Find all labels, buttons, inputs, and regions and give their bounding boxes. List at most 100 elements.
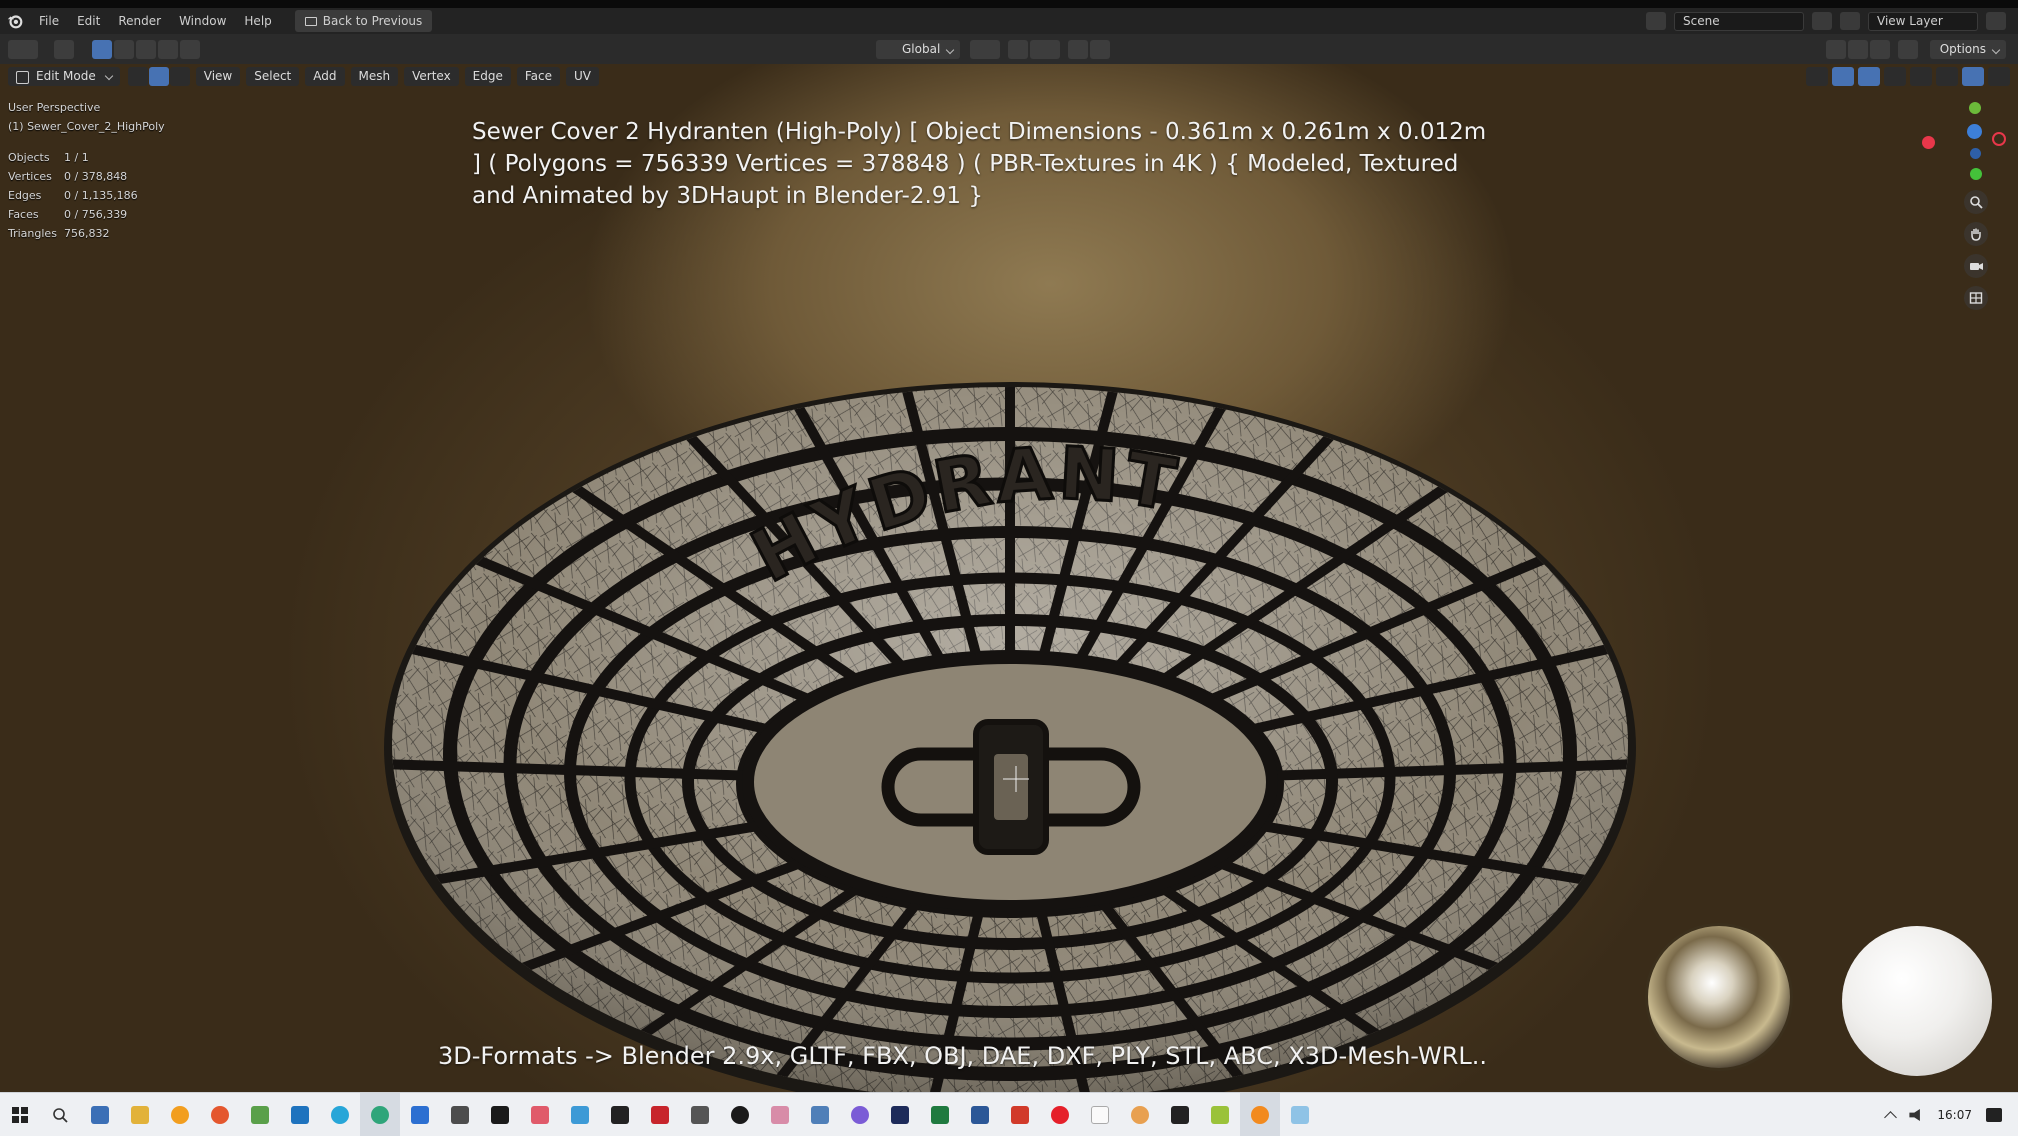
face-select-icon[interactable] [169,66,190,86]
zoom-icon[interactable] [1964,190,1988,214]
proportional-edit-icon[interactable] [1068,40,1089,59]
select-new-icon[interactable] [92,40,112,59]
taskbar-app[interactable] [1200,1093,1240,1136]
select-subtract-icon[interactable] [136,40,156,59]
material-shading-icon[interactable] [1962,67,1984,86]
menu-render[interactable]: Render [109,8,170,34]
taskbar-app[interactable] [200,1093,240,1136]
rendered-shading-icon[interactable] [1988,67,2010,86]
taskbar-app[interactable] [760,1093,800,1136]
menu-vertex[interactable]: Vertex [404,66,459,86]
pivot-point-icon[interactable] [970,40,1001,59]
snap-target-icon[interactable] [1030,40,1061,59]
taskbar-app[interactable] [840,1093,880,1136]
xray-toggle-icon[interactable] [1884,67,1906,86]
transform-orientation-dropdown[interactable]: Global [876,40,961,59]
menu-edit[interactable]: Edit [68,8,109,34]
gizmo-toggle-icon[interactable] [1832,67,1854,86]
edge-select-icon[interactable] [148,66,169,86]
clock[interactable]: 16:07 [1937,1108,1972,1122]
axis-neg-y-icon[interactable] [1970,168,1982,180]
camera-view-icon[interactable] [1964,254,1988,278]
taskbar-app[interactable] [1000,1093,1040,1136]
taskbar-app[interactable] [680,1093,720,1136]
taskbar-app[interactable] [600,1093,640,1136]
scene-browse-icon[interactable] [1646,12,1666,30]
taskbar-app[interactable] [1160,1093,1200,1136]
notification-icon[interactable] [1986,1108,2002,1122]
menu-mesh[interactable]: Mesh [350,66,399,86]
blender-logo-icon[interactable] [0,8,30,34]
menu-face[interactable]: Face [516,66,561,86]
taskbar-app[interactable] [80,1093,120,1136]
auto-merge-icon[interactable] [1897,40,1918,59]
interaction-mode-dropdown[interactable]: Edit Mode [8,66,120,86]
select-intersect-icon[interactable] [180,40,200,59]
select-extend-icon[interactable] [114,40,134,59]
taskbar-app[interactable] [280,1093,320,1136]
taskbar-app[interactable] [1120,1093,1160,1136]
taskbar-app[interactable] [640,1093,680,1136]
taskbar-app[interactable] [320,1093,360,1136]
taskbar-app[interactable] [880,1093,920,1136]
taskbar-app[interactable] [560,1093,600,1136]
solid-shading-icon[interactable] [1936,67,1958,86]
taskbar-app[interactable] [800,1093,840,1136]
start-button[interactable] [0,1093,40,1136]
mirror-y-icon[interactable] [1847,40,1868,59]
taskbar-app[interactable] [1040,1093,1080,1136]
view-layer-browse-icon[interactable] [1840,12,1860,30]
navigation-gizmo[interactable] [1920,90,2010,330]
back-to-previous-button[interactable]: Back to Previous [294,10,433,32]
new-view-layer-icon[interactable] [1986,12,2006,30]
axis-neg-z-icon[interactable] [1970,148,1981,159]
taskbar-app[interactable] [400,1093,440,1136]
view-layer-field[interactable]: View Layer [1868,11,1978,31]
menu-select[interactable]: Select [246,66,300,86]
snap-icon[interactable] [1008,40,1029,59]
select-tool-icon[interactable] [54,40,74,59]
editor-type-icon[interactable] [8,40,38,59]
taskbar-app-active[interactable] [1240,1092,1280,1136]
taskbar-app[interactable] [720,1093,760,1136]
taskbar-app[interactable] [480,1093,520,1136]
taskbar-app[interactable] [1080,1093,1120,1136]
mirror-z-icon[interactable] [1869,40,1890,59]
menu-edge[interactable]: Edge [464,66,511,86]
speaker-icon[interactable] [1909,1109,1920,1121]
taskbar-app[interactable] [440,1093,480,1136]
taskbar-app[interactable] [120,1093,160,1136]
menu-window[interactable]: Window [170,8,235,34]
axis-y-icon[interactable] [1969,102,1981,114]
falloff-icon[interactable] [1090,40,1111,59]
menu-uv[interactable]: UV [566,66,600,86]
diffuse-preview-sphere[interactable] [1842,926,1992,1076]
taskbar-app[interactable] [920,1093,960,1136]
vertex-select-icon[interactable] [127,66,148,86]
axis-z-icon[interactable] [1967,124,1982,139]
select-invert-icon[interactable] [158,40,178,59]
wireframe-shading-icon[interactable] [1910,67,1932,86]
taskbar-app[interactable] [240,1093,280,1136]
mirror-x-icon[interactable] [1825,40,1846,59]
hdri-preview-sphere[interactable] [1648,926,1790,1068]
new-scene-icon[interactable] [1812,12,1832,30]
pan-hand-icon[interactable] [1964,222,1988,246]
taskbar-app[interactable] [1280,1093,1320,1136]
taskbar-app-active[interactable] [360,1092,400,1136]
menu-help[interactable]: Help [235,8,280,34]
taskbar-app[interactable] [520,1093,560,1136]
options-dropdown[interactable]: Options [1929,40,2006,59]
3d-viewport[interactable]: HYDRANT Edit Mode View Select Add Mesh V… [0,64,2018,1092]
search-button[interactable] [40,1093,80,1136]
chevron-up-icon[interactable] [1884,1111,1898,1124]
visibility-icon[interactable] [1806,67,1828,86]
scene-name-field[interactable]: Scene [1674,11,1804,31]
taskbar-app[interactable] [160,1093,200,1136]
menu-file[interactable]: File [30,8,68,34]
grid-perspective-icon[interactable] [1964,286,1988,310]
taskbar-app[interactable] [960,1093,1000,1136]
overlay-toggle-icon[interactable] [1858,67,1880,86]
menu-view[interactable]: View [195,66,241,86]
axis-neg-x-icon[interactable] [1992,132,2006,146]
